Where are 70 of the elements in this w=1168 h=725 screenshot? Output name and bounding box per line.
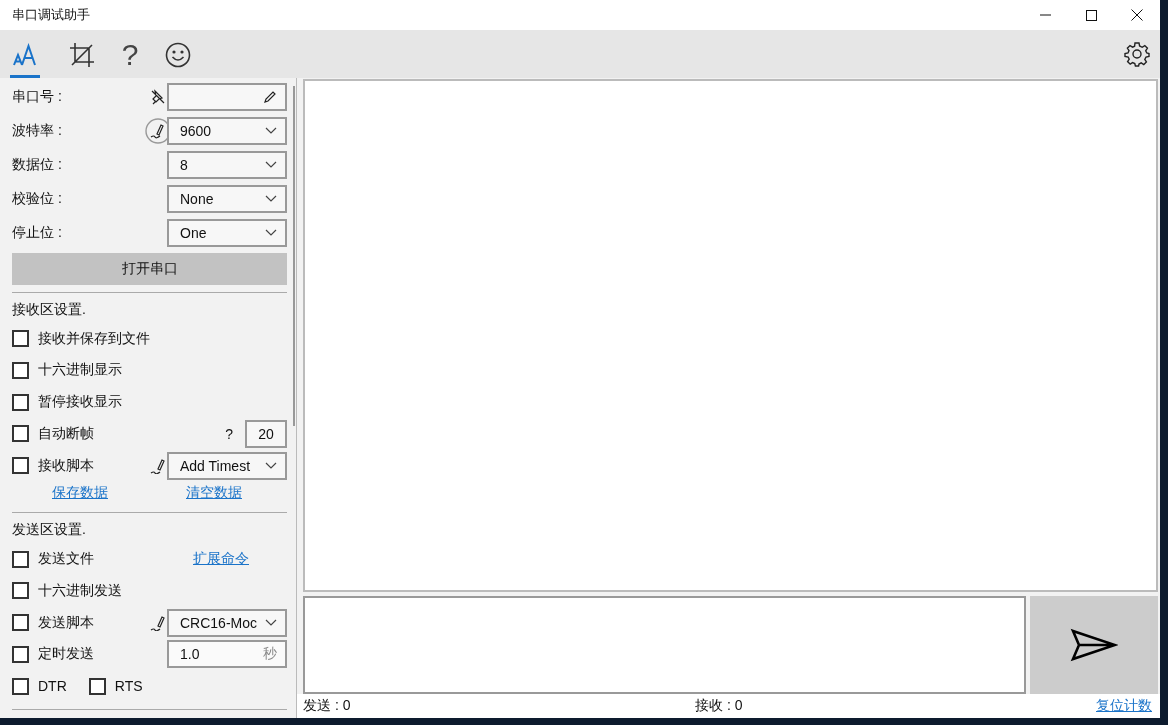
received-count: 接收 : 0 (695, 697, 743, 715)
chevron-down-icon (265, 161, 277, 169)
checkbox-label: 暂停接收显示 (38, 393, 122, 412)
chevron-down-icon (265, 461, 277, 470)
field-label: 停止位 : (12, 224, 63, 242)
save-data-link[interactable]: 保存数据 (52, 484, 108, 503)
help-tab[interactable]: ? (106, 34, 154, 78)
window-title: 串口调试助手 (12, 6, 90, 24)
dropdown[interactable]: 9600 (167, 117, 287, 145)
maximize-icon (1085, 9, 1097, 21)
script-icon[interactable] (150, 457, 166, 474)
checkbox-label: 定时发送 (38, 645, 94, 664)
checkbox[interactable] (12, 393, 29, 411)
checkbox-label: 发送文件 (38, 550, 94, 569)
unit-label: 秒 (263, 645, 277, 664)
dropdown[interactable]: None (167, 185, 287, 213)
checkbox[interactable] (12, 457, 29, 475)
checkbox[interactable] (12, 330, 29, 348)
checkbox[interactable] (12, 425, 29, 443)
checkbox[interactable] (12, 614, 29, 632)
chevron-down-icon (265, 229, 277, 237)
smiley-icon (165, 41, 191, 68)
field-label: 波特率 : (12, 122, 63, 140)
settings-icon[interactable] (1124, 41, 1150, 67)
checkbox-label: 自动断帧 (38, 424, 94, 443)
field-label: 串口号 : (12, 88, 63, 106)
field-label: 数据位 : (12, 156, 63, 174)
checkbox-label: 接收并保存到文件 (38, 329, 150, 348)
checkbox[interactable] (12, 550, 29, 568)
checkbox-label: DTR (38, 678, 67, 695)
checkbox-label: 发送脚本 (38, 613, 94, 632)
help-mark[interactable]: ? (225, 425, 233, 442)
checkbox-label: 十六进制显示 (38, 361, 122, 380)
unpin-icon[interactable] (150, 89, 166, 105)
dropdown[interactable]: One (167, 219, 287, 247)
extend-commands-link[interactable]: 扩展命令 (193, 550, 249, 569)
send-input-field[interactable] (303, 596, 1026, 694)
checkbox-label: 十六进制发送 (38, 581, 122, 600)
clear-data-link[interactable]: 清空数据 (186, 484, 242, 503)
script-icon[interactable] (150, 614, 166, 631)
section-title: 发送区设置. (12, 521, 87, 540)
crop-icon (69, 41, 95, 68)
dropdown[interactable]: Add Timest (167, 451, 287, 480)
send-button[interactable] (1030, 596, 1158, 694)
checkbox[interactable] (12, 645, 29, 663)
scrollbar[interactable] (293, 86, 295, 426)
field-label: 校验位 : (12, 190, 63, 208)
checkbox-label: 接收脚本 (38, 456, 94, 475)
chevron-down-icon (265, 618, 277, 627)
checkbox[interactable] (12, 582, 29, 600)
section-title: 接收区设置. (12, 300, 87, 319)
chevron-down-icon (265, 127, 277, 135)
minimize-icon (1039, 14, 1051, 16)
input-field[interactable] (167, 83, 287, 111)
chevron-down-icon (265, 195, 277, 203)
checkbox[interactable] (12, 361, 29, 379)
send-icon (1070, 628, 1118, 662)
dropdown[interactable]: CRC16-Moc (167, 608, 287, 637)
checkbox[interactable] (88, 677, 106, 695)
font-size-icon (12, 42, 38, 67)
interval-field[interactable]: 1.0 秒 (167, 640, 287, 669)
open-port-button[interactable]: 打开串口 (12, 253, 287, 285)
checkbox[interactable] (12, 677, 29, 695)
reset-count-link[interactable]: 复位计数 (1096, 697, 1152, 715)
sent-count: 发送 : 0 (303, 697, 352, 715)
dropdown[interactable]: 8 (167, 151, 287, 179)
close-icon (1131, 9, 1143, 21)
pencil-icon (263, 90, 277, 104)
number-field[interactable]: 20 (245, 419, 287, 448)
checkbox-label: RTS (114, 678, 143, 695)
